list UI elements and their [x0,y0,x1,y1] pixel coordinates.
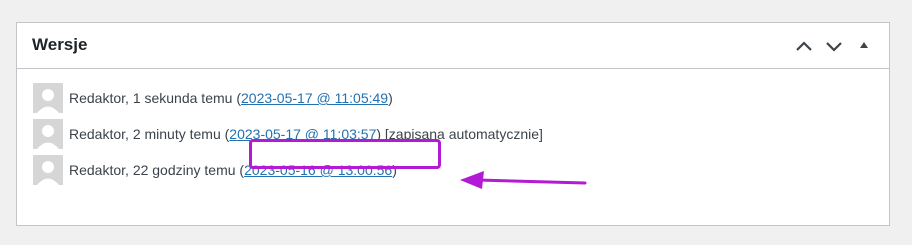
avatar-icon [33,119,63,149]
revision-meta: Redaktor, 1 sekunda temu ( [69,90,241,106]
handle-actions [789,31,879,61]
revision-meta-suffix: ) [388,90,393,106]
revision-link[interactable]: 2023-05-17 @ 11:03:57 [229,126,376,142]
revision-meta-suffix: ) [392,162,397,178]
revisions-metabox: Wersje Redaktor, 1 sekunda temu (2023-0… [16,22,890,226]
metabox-header: Wersje [17,23,889,69]
move-down-icon [826,42,842,52]
revision-link[interactable]: 2023-05-17 @ 11:05:49 [241,90,388,106]
revision-item: Redaktor, 22 godziny temu (2023-05-16 @ … [33,154,889,186]
toggle-panel-button[interactable] [849,31,879,61]
revision-meta: Redaktor, 22 godziny temu ( [69,162,245,178]
avatar-icon [33,83,63,113]
revision-item: Redaktor, 2 minuty temu (2023-05-17 @ 11… [33,118,889,150]
avatar-icon [33,155,63,185]
revision-link[interactable]: 2023-05-16 @ 13:00:56 [244,162,392,178]
metabox-title: Wersje [32,35,88,54]
revision-meta-suffix: ) [zapisana automatycznie] [376,126,543,142]
revision-list: Redaktor, 1 sekunda temu (2023-05-17 @ 1… [33,82,889,186]
move-up-button[interactable] [789,31,819,61]
metabox-content: Redaktor, 1 sekunda temu (2023-05-17 @ 1… [17,69,889,186]
revision-meta: Redaktor, 2 minuty temu ( [69,126,230,142]
toggle-panel-icon [860,42,868,48]
move-down-button[interactable] [819,31,849,61]
move-up-icon [796,41,812,51]
revision-item: Redaktor, 1 sekunda temu (2023-05-17 @ 1… [33,82,889,114]
